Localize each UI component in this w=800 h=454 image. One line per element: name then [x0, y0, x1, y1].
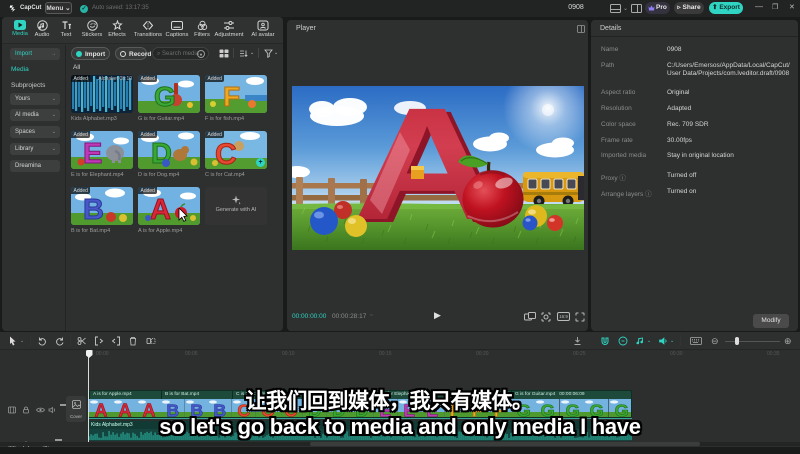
- svg-text:F: F: [223, 81, 240, 112]
- svg-text:G: G: [154, 81, 176, 112]
- svg-text:B: B: [83, 194, 104, 225]
- svg-text:A: A: [352, 86, 502, 250]
- svg-text:C: C: [215, 138, 237, 169]
- svg-text:A: A: [150, 194, 171, 225]
- svg-text:E: E: [83, 138, 102, 169]
